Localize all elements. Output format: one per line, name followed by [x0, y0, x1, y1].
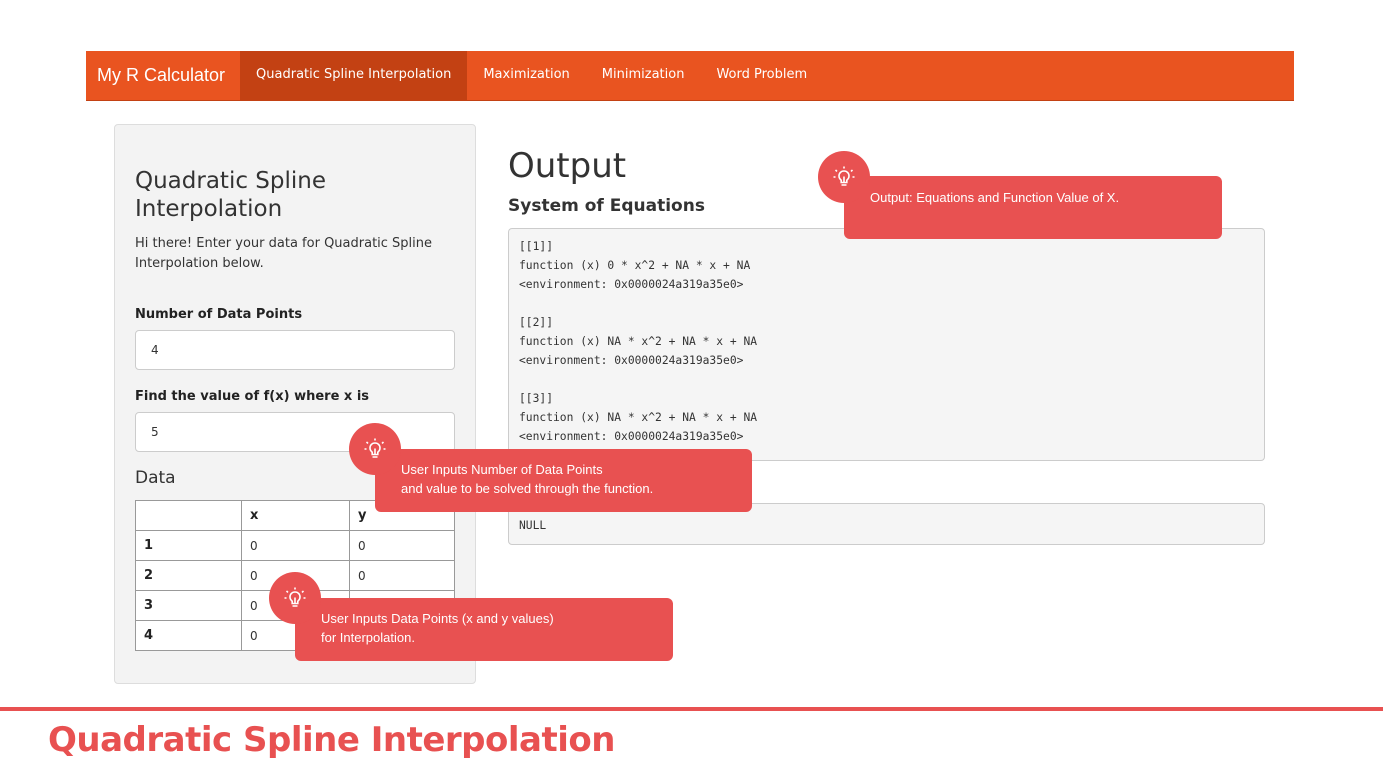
- sidebar-description: Hi there! Enter your data for Quadratic …: [135, 236, 433, 271]
- cell-y[interactable]: 0: [349, 530, 455, 561]
- row-index: 1: [135, 530, 242, 561]
- lightbulb-icon: [818, 151, 870, 203]
- output-callout: Output: Equations and Function Value of …: [844, 176, 1222, 239]
- data-callout: User Inputs Data Points (x and y values)…: [295, 598, 673, 661]
- nav-tab-minimization[interactable]: Minimization: [586, 51, 701, 101]
- output-title: Output: [508, 146, 627, 186]
- row-index: 2: [135, 560, 242, 591]
- lightbulb-icon: [349, 423, 401, 475]
- system-of-equations-title: System of Equations: [508, 196, 705, 216]
- nav-tab-maximization[interactable]: Maximization: [467, 51, 585, 101]
- equations-output: [[1]] function (x) 0 * x^2 + NA * x + NA…: [508, 228, 1265, 461]
- data-callout-line2: for Interpolation.: [321, 630, 415, 645]
- cell-x[interactable]: 0: [241, 530, 350, 561]
- num-points-input[interactable]: [135, 330, 455, 370]
- table-header: [135, 500, 242, 531]
- inputs-callout: User Inputs Number of Data Points and va…: [375, 449, 752, 512]
- inputs-callout-line2: and value to be solved through the funct…: [401, 481, 654, 496]
- sidebar-title: Quadratic Spline Interpolation: [135, 168, 326, 222]
- footer-title: Quadratic Spline Interpolation: [48, 720, 615, 760]
- table-header-x: x: [241, 500, 350, 531]
- data-callout-line1: User Inputs Data Points (x and y values): [321, 611, 554, 626]
- data-heading: Data: [135, 468, 176, 488]
- row-index: 4: [135, 620, 242, 651]
- brand-link[interactable]: My R Calculator: [86, 51, 240, 101]
- table-row: 1 0 0: [135, 530, 455, 561]
- row-index: 3: [135, 590, 242, 621]
- cell-y[interactable]: 0: [349, 560, 455, 591]
- num-points-label: Number of Data Points: [135, 307, 303, 322]
- lightbulb-icon: [269, 572, 321, 624]
- find-x-label: Find the value of f(x) where x is: [135, 389, 370, 404]
- nav-tab-quadratic-spline[interactable]: Quadratic Spline Interpolation: [240, 50, 468, 101]
- find-x-input[interactable]: [135, 412, 455, 452]
- navbar: My R Calculator Quadratic Spline Interpo…: [86, 50, 1294, 101]
- nav-tab-word-problem[interactable]: Word Problem: [700, 51, 823, 101]
- divider: [0, 707, 1383, 711]
- inputs-callout-line1: User Inputs Number of Data Points: [401, 462, 603, 477]
- output-callout-text: Output: Equations and Function Value of …: [870, 190, 1120, 205]
